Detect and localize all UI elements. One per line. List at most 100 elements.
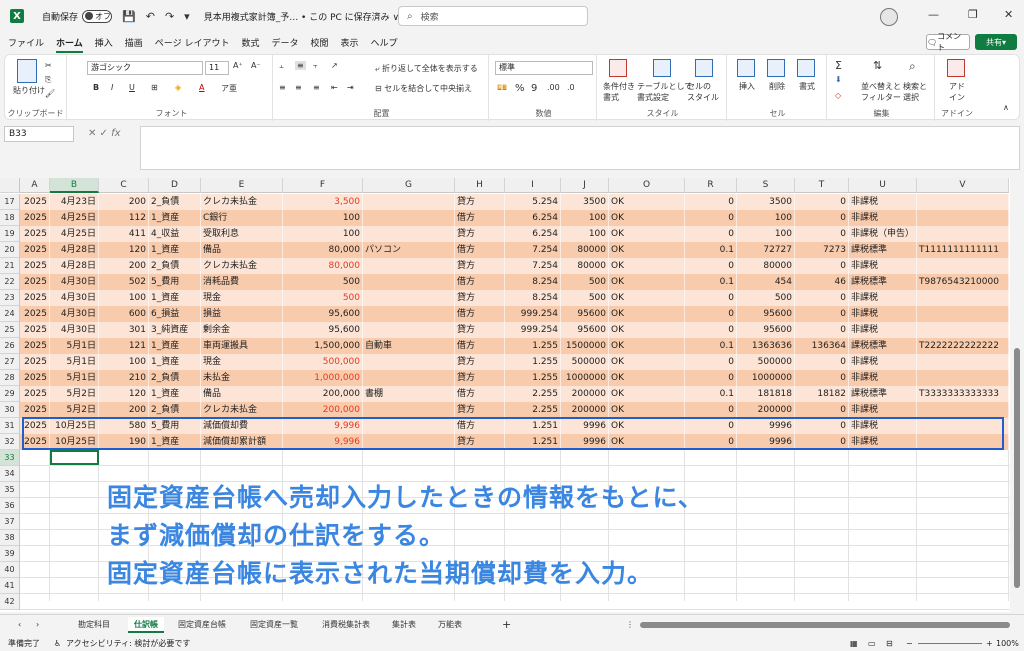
- cell-i[interactable]: 7.254: [505, 258, 561, 274]
- cell-c[interactable]: 502: [99, 274, 149, 290]
- cell-g[interactable]: [363, 370, 455, 386]
- grow-font-icon[interactable]: A⁺: [233, 61, 243, 70]
- cell-v[interactable]: [917, 194, 1009, 210]
- cell-h[interactable]: 貸方: [455, 258, 505, 274]
- cell-j[interactable]: 100: [561, 210, 609, 226]
- cell-a[interactable]: 2025: [20, 338, 50, 354]
- cell-s[interactable]: 1363636: [737, 338, 795, 354]
- cell-i[interactable]: 2.255: [505, 402, 561, 418]
- addin-icon[interactable]: [947, 59, 965, 77]
- cell-e[interactable]: 備品: [201, 242, 283, 258]
- cell-j[interactable]: 200000: [561, 386, 609, 402]
- cell-t[interactable]: 0: [795, 370, 849, 386]
- column-header-u[interactable]: U: [849, 178, 917, 193]
- cell-t[interactable]: 0: [795, 194, 849, 210]
- cell-t[interactable]: 0: [795, 226, 849, 242]
- column-header-e[interactable]: E: [201, 178, 283, 193]
- row-header[interactable]: 30: [0, 402, 20, 418]
- column-header-b[interactable]: B: [50, 178, 99, 193]
- cell-d[interactable]: 1_資産: [149, 338, 201, 354]
- column-header-f[interactable]: F: [283, 178, 363, 193]
- cell-r[interactable]: 0: [685, 306, 737, 322]
- more-options-icon[interactable]: ⋮: [620, 617, 640, 633]
- sheet-tab[interactable]: 仕訳帳: [128, 617, 164, 633]
- cell-u[interactable]: 非課税: [849, 322, 917, 338]
- zoom-out-icon[interactable]: −: [906, 636, 913, 651]
- cell-s[interactable]: 500000: [737, 354, 795, 370]
- cell-r[interactable]: 0: [685, 226, 737, 242]
- cell-v[interactable]: [917, 258, 1009, 274]
- cell-h[interactable]: 借方: [455, 386, 505, 402]
- cell-b[interactable]: 5月1日: [50, 338, 99, 354]
- indent-decrease-icon[interactable]: ⇤: [331, 83, 338, 92]
- cell-t[interactable]: 0: [795, 402, 849, 418]
- cell-o[interactable]: OK: [609, 194, 685, 210]
- cell-f[interactable]: 500: [283, 274, 363, 290]
- cell-b[interactable]: 4月25日: [50, 226, 99, 242]
- cell-v[interactable]: [917, 210, 1009, 226]
- cell-d[interactable]: 1_資産: [149, 354, 201, 370]
- cell-f[interactable]: 100: [283, 210, 363, 226]
- cell-j[interactable]: 1500000: [561, 338, 609, 354]
- cell-s[interactable]: 1000000: [737, 370, 795, 386]
- cell-u[interactable]: 課税標準: [849, 386, 917, 402]
- row-header[interactable]: 35: [0, 482, 20, 498]
- row-header[interactable]: 33: [0, 450, 20, 466]
- cell-c[interactable]: 120: [99, 386, 149, 402]
- cell-g[interactable]: [363, 210, 455, 226]
- cell-i[interactable]: 1.255: [505, 370, 561, 386]
- cell-i[interactable]: 5.254: [505, 194, 561, 210]
- cell-r[interactable]: 0: [685, 258, 737, 274]
- cell-c[interactable]: 210: [99, 370, 149, 386]
- border-icon[interactable]: ⊞: [151, 83, 158, 92]
- cell-d[interactable]: 1_資産: [149, 210, 201, 226]
- cell-d[interactable]: 3_純資産: [149, 322, 201, 338]
- cell-e[interactable]: C銀行: [201, 210, 283, 226]
- cell-g[interactable]: [363, 258, 455, 274]
- cell-h[interactable]: 借方: [455, 338, 505, 354]
- cell-c[interactable]: 112: [99, 210, 149, 226]
- row-header[interactable]: 28: [0, 370, 20, 386]
- cell-d[interactable]: 1_資産: [149, 242, 201, 258]
- cell-c[interactable]: 100: [99, 354, 149, 370]
- cell-a[interactable]: 2025: [20, 194, 50, 210]
- cell-g[interactable]: [363, 274, 455, 290]
- cell-u[interactable]: 非課税: [849, 210, 917, 226]
- ribbon-tab-1[interactable]: ホーム: [56, 36, 83, 53]
- normal-view-icon[interactable]: ▦: [850, 636, 858, 651]
- cell-g[interactable]: [363, 306, 455, 322]
- cell-a[interactable]: 2025: [20, 226, 50, 242]
- cell-r[interactable]: 0.1: [685, 274, 737, 290]
- cell-r[interactable]: 0: [685, 370, 737, 386]
- cell-v[interactable]: [917, 226, 1009, 242]
- cell-b[interactable]: 5月1日: [50, 354, 99, 370]
- cell-h[interactable]: 貸方: [455, 402, 505, 418]
- cell-e[interactable]: クレカ未払金: [201, 194, 283, 210]
- cell-j[interactable]: 95600: [561, 322, 609, 338]
- conditional-format-icon[interactable]: [609, 59, 627, 77]
- fill-icon[interactable]: ⬇: [835, 75, 842, 84]
- cell-j[interactable]: 100: [561, 226, 609, 242]
- ribbon-tab-8[interactable]: 表示: [341, 36, 359, 49]
- row-header[interactable]: 26: [0, 338, 20, 354]
- cell-f[interactable]: 500,000: [283, 354, 363, 370]
- column-header-a[interactable]: A: [20, 178, 50, 193]
- cell-h[interactable]: 貸方: [455, 354, 505, 370]
- shrink-font-icon[interactable]: A⁻: [251, 61, 261, 70]
- cell-e[interactable]: クレカ未払金: [201, 402, 283, 418]
- row-header[interactable]: 31: [0, 418, 20, 434]
- tab-scroll-left-icon[interactable]: ‹: [12, 617, 27, 633]
- save-icon[interactable]: 💾: [122, 10, 136, 23]
- cell-b[interactable]: 5月1日: [50, 370, 99, 386]
- cell-g[interactable]: パソコン: [363, 242, 455, 258]
- cell-i[interactable]: 8.254: [505, 290, 561, 306]
- copy-icon[interactable]: ⎘: [45, 75, 51, 85]
- column-header-g[interactable]: G: [363, 178, 455, 193]
- formula-input[interactable]: [140, 126, 1020, 170]
- cell-v[interactable]: [917, 322, 1009, 338]
- cell-u[interactable]: 課税標準: [849, 338, 917, 354]
- avatar[interactable]: [880, 8, 898, 26]
- cell-o[interactable]: OK: [609, 210, 685, 226]
- cell-j[interactable]: 95600: [561, 306, 609, 322]
- format-cells-icon[interactable]: [797, 59, 815, 77]
